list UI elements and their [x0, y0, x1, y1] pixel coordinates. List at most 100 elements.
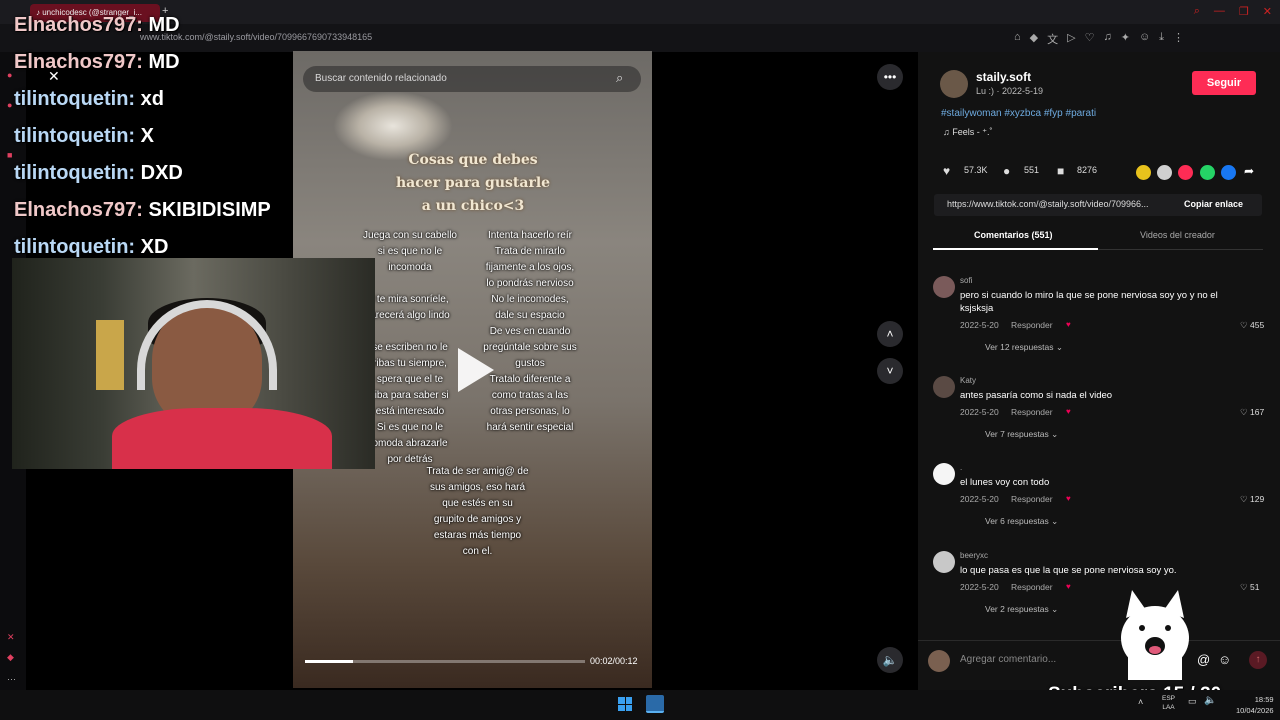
search-icon[interactable]: ⌕ — [1194, 5, 1200, 18]
comment-username[interactable]: beeryxc — [960, 551, 988, 560]
facebook-icon[interactable] — [1221, 165, 1236, 180]
mention-icon[interactable]: @ — [1197, 652, 1210, 667]
heart-icon[interactable]: ♡ — [1240, 582, 1248, 593]
sidebar-app-icon[interactable]: ✕ — [7, 632, 15, 643]
heart-icon[interactable]: ♡ — [1240, 407, 1248, 418]
view-replies-button[interactable]: Ver 12 respuestas ⌄ — [985, 342, 1063, 353]
bookmark-icon[interactable]: ⌂ — [1014, 31, 1021, 47]
comment-avatar[interactable] — [933, 376, 955, 398]
chat-message: tilintoquetin: DXD — [14, 162, 183, 185]
reply-button[interactable]: Responder — [1011, 582, 1053, 592]
tray-icons: ˄ — [1138, 697, 1143, 707]
video-text-line: estaras más tiempo — [433, 530, 522, 541]
chat-username: tilintoquetin: — [14, 88, 136, 110]
send-icon[interactable]: ↑ — [1249, 651, 1267, 669]
chat-username: Elnachos797: — [14, 199, 143, 221]
sidebar-app-icon[interactable]: ● — [7, 70, 12, 80]
video-text-line: Juega con su cabello — [363, 230, 457, 241]
related-search-placeholder[interactable]: Buscar contenido relacionado — [315, 73, 447, 84]
reply-button[interactable]: Responder — [1011, 494, 1053, 504]
video-time: 00:02/00:12 — [590, 656, 638, 666]
play-icon[interactable]: ▷ — [1067, 31, 1075, 47]
more-icon[interactable]: ⋯ — [7, 674, 16, 685]
copy-link-button[interactable]: Copiar enlace — [1184, 199, 1243, 209]
music-icon[interactable]: ♫ — [1103, 31, 1111, 47]
heart-icon[interactable]: ♡ — [1240, 494, 1248, 505]
chevron-up-icon[interactable]: ˄ — [877, 321, 903, 347]
music-label[interactable]: ♫ Feels - ⁺.˚ — [943, 127, 993, 138]
follow-button[interactable]: Seguir — [1192, 71, 1256, 95]
shield-icon[interactable]: ◆ — [1030, 31, 1038, 47]
sidebar-app-icon[interactable]: ◆ — [7, 652, 14, 663]
view-replies-button[interactable]: Ver 6 respuestas ⌄ — [985, 516, 1058, 527]
view-replies-button[interactable]: Ver 2 respuestas ⌄ — [985, 604, 1058, 615]
comment-input[interactable]: Agregar comentario... — [960, 654, 1056, 665]
sidebar-app-icon[interactable]: ● — [7, 100, 12, 110]
search-icon[interactable]: ⌕ — [616, 70, 623, 86]
share-embed-icon[interactable] — [1136, 165, 1151, 180]
comment-likes[interactable]: 51 — [1250, 582, 1259, 592]
author-name[interactable]: staily.soft — [976, 70, 1031, 84]
network-icon[interactable]: ▭ — [1188, 696, 1197, 707]
chat-message: tilintoquetin: XD — [14, 236, 168, 259]
comment-avatar[interactable] — [933, 276, 955, 298]
chevron-down-icon[interactable]: ˅ — [877, 358, 903, 384]
comment-text: lo que pasa es que la que se pone nervio… — [960, 565, 1177, 576]
more-options-icon[interactable]: ••• — [877, 64, 903, 90]
chat-username: Elnachos797: — [14, 14, 143, 36]
streamer-shirt — [112, 408, 332, 469]
windows-start-icon[interactable] — [618, 697, 632, 711]
whatsapp-icon[interactable] — [1200, 165, 1215, 180]
heart-icon[interactable]: ♡ — [1240, 320, 1248, 331]
comment-text: pero si cuando lo miro la que se pone ne… — [960, 290, 1218, 314]
language-indicator[interactable]: ESP LAA — [1162, 694, 1175, 712]
hashtags[interactable]: #stailywoman #xyzbca #fyp #parati — [941, 108, 1096, 119]
comment-icon[interactable]: ● — [1003, 164, 1010, 178]
tab-creator-videos[interactable]: Videos del creador — [1140, 230, 1215, 240]
download-icon[interactable]: ⤓ — [1159, 31, 1164, 47]
maximize-icon[interactable]: ❐ — [1239, 5, 1249, 18]
bookmark-icon[interactable]: ■ — [1057, 164, 1064, 178]
translate-icon[interactable]: 文 — [1047, 31, 1058, 47]
puzzle-icon[interactable]: ✦ — [1121, 31, 1130, 47]
chat-message: Elnachos797: SKIBIDISIMP — [14, 199, 271, 222]
comment-likes[interactable]: 455 — [1250, 320, 1264, 330]
comment-username[interactable]: . — [960, 463, 962, 472]
reply-button[interactable]: Responder — [1011, 320, 1053, 330]
share-send-icon[interactable] — [1178, 165, 1193, 180]
author-avatar[interactable] — [940, 70, 968, 98]
taskbar-app-icon[interactable] — [646, 695, 664, 713]
share-arrow-icon[interactable]: ➦ — [1244, 164, 1254, 178]
volume-icon[interactable]: 🔈 — [877, 647, 903, 673]
comment-avatar[interactable] — [933, 463, 955, 485]
comment-username[interactable]: Katy — [960, 376, 976, 385]
ceiling-fan-image — [333, 91, 453, 161]
tab-comments[interactable]: Comentarios (551) — [974, 230, 1053, 240]
comment-username[interactable]: sofi — [960, 276, 972, 285]
profile-icon[interactable]: ☺ — [1139, 31, 1150, 47]
video-link[interactable]: https://www.tiktok.com/@staily.soft/vide… — [947, 199, 1149, 209]
system-clock[interactable]: 18:59 10/04/2026 — [1236, 694, 1274, 716]
video-text-line: De ves en cuando — [489, 326, 571, 337]
video-text-line: que estés en su — [442, 498, 513, 509]
chevron-up-icon[interactable]: ˄ — [1138, 697, 1143, 707]
comment-avatar[interactable] — [933, 551, 955, 573]
video-text-line: dale su espacio — [495, 310, 565, 321]
reply-button[interactable]: Responder — [1011, 407, 1053, 417]
share-repost-icon[interactable] — [1157, 165, 1172, 180]
menu-icon[interactable]: ⋮ — [1173, 31, 1184, 47]
sidebar-app-icon[interactable]: ■ — [7, 150, 12, 160]
play-icon[interactable] — [458, 348, 494, 392]
minimize-icon[interactable]: — — [1214, 5, 1225, 18]
taskbar — [0, 690, 1280, 720]
view-replies-button[interactable]: Ver 7 respuestas ⌄ — [985, 429, 1058, 440]
emoji-icon[interactable]: ☺ — [1218, 652, 1231, 667]
comment-likes[interactable]: 129 — [1250, 494, 1264, 504]
close-icon[interactable]: ✕ — [1263, 5, 1272, 18]
heart-icon[interactable]: ♥ — [943, 164, 950, 178]
saves-count: 8276 — [1077, 165, 1098, 175]
chat-text: SKIBIDISIMP — [148, 199, 271, 221]
comment-likes[interactable]: 167 — [1250, 407, 1264, 417]
heart-icon[interactable]: ♡ — [1085, 31, 1095, 47]
volume-icon[interactable]: 🔈 — [1204, 695, 1216, 706]
